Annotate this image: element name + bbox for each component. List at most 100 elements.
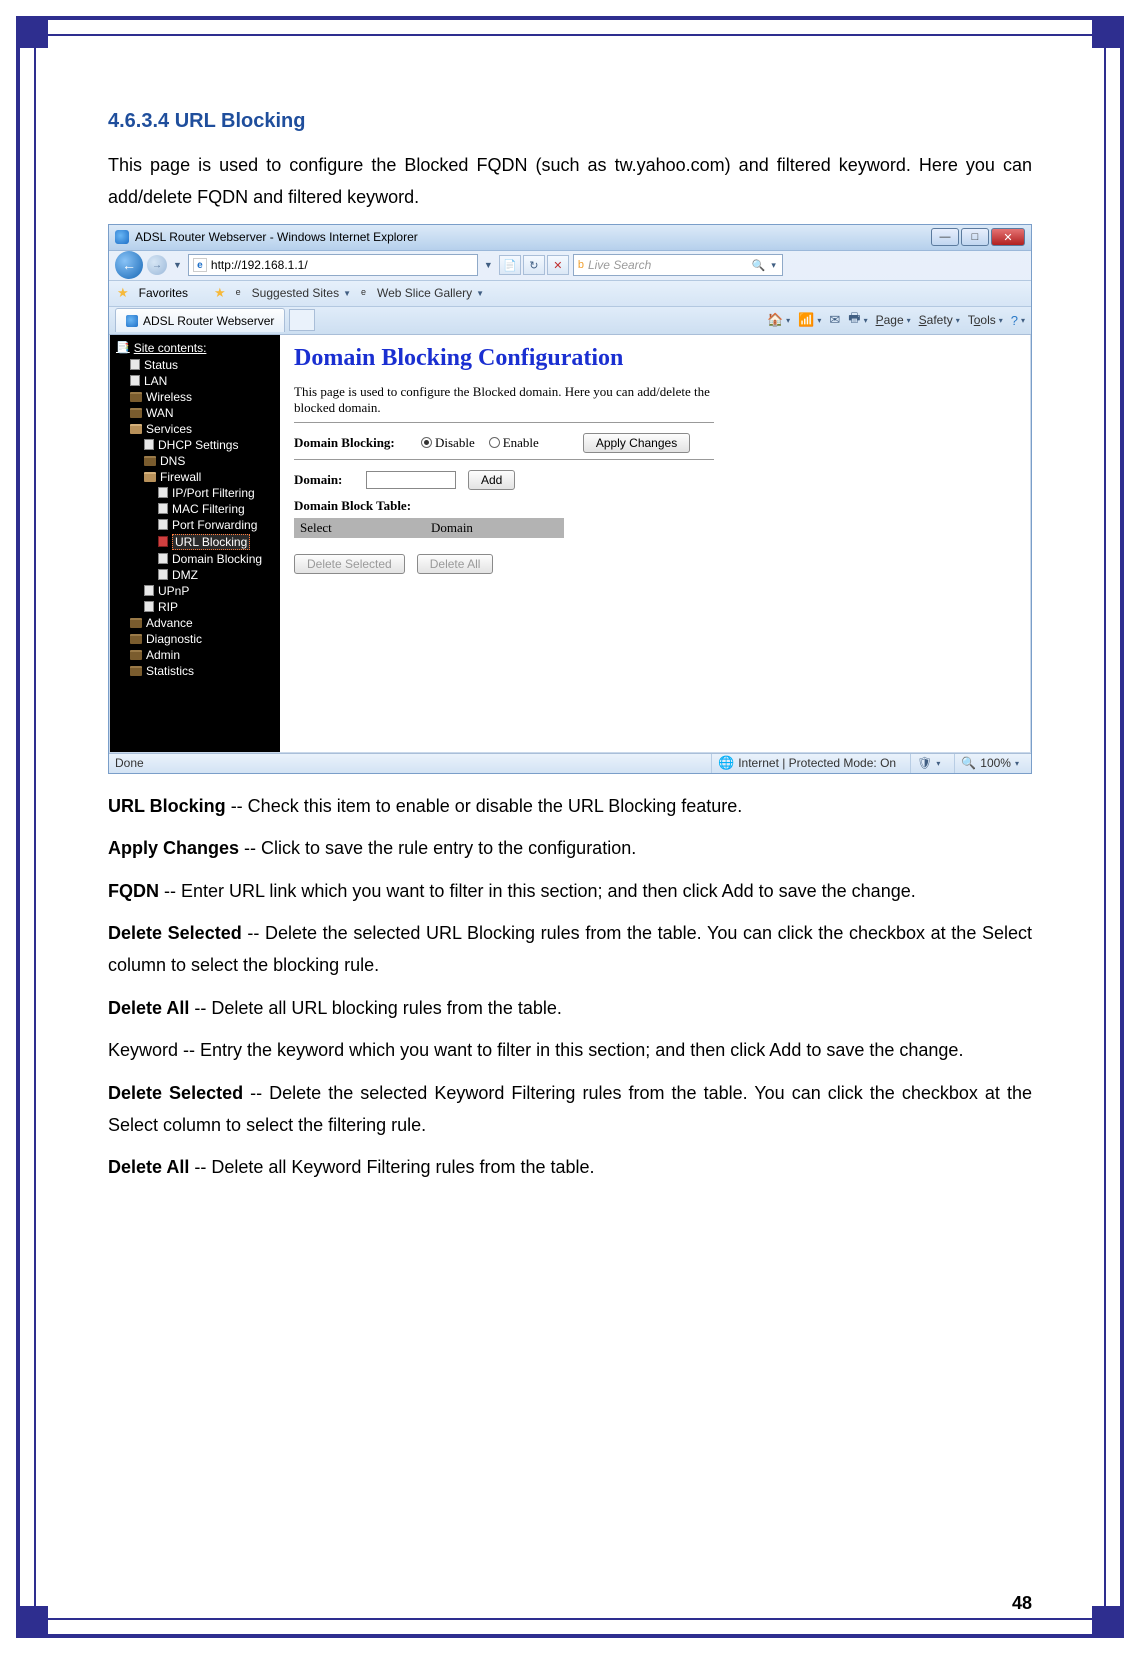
forward-button[interactable]: →: [147, 255, 167, 275]
folder-icon: [130, 392, 142, 402]
sidebar-item-dhcp[interactable]: DHCP Settings: [110, 437, 280, 453]
sidebar-item-dmz[interactable]: DMZ: [110, 567, 280, 583]
help-button[interactable]: ?▾: [1011, 313, 1025, 328]
page-number: 48: [1012, 1593, 1032, 1614]
sidebar-item-wan[interactable]: WAN: [110, 405, 280, 421]
web-slice-link[interactable]: e Web Slice Gallery ▼: [361, 286, 484, 300]
desc-delsel2-label: Delete Selected: [108, 1083, 243, 1103]
sidebar-item-advance[interactable]: Advance: [110, 615, 280, 631]
radio-disable[interactable]: Disable: [421, 435, 475, 451]
radio-icon: [489, 437, 500, 448]
sidebar-item-ipport[interactable]: IP/Port Filtering: [110, 485, 280, 501]
sidebar-item-urlblock[interactable]: URL Blocking: [110, 533, 280, 551]
sidebar-item-dns[interactable]: DNS: [110, 453, 280, 469]
page-icon: [144, 585, 154, 596]
section-intro: This page is used to configure the Block…: [108, 149, 1032, 214]
desc-apply-text: -- Click to save the rule entry to the c…: [239, 838, 636, 858]
page-icon: [158, 536, 168, 547]
refresh-button[interactable]: ↻: [523, 255, 545, 275]
zoom-icon: 🔍: [961, 756, 976, 770]
zoom-control[interactable]: 🔍 100% ▾: [954, 754, 1025, 773]
desc-delall2-text: -- Delete all Keyword Filtering rules fr…: [189, 1157, 594, 1177]
section-heading: 4.6.3.4 URL Blocking: [108, 110, 1032, 133]
radio-enable[interactable]: Enable: [489, 435, 539, 451]
desc-url-blocking-text: -- Check this item to enable or disable …: [226, 796, 743, 816]
ie-icon: [126, 315, 138, 327]
feeds-button[interactable]: 📶▾: [798, 312, 821, 328]
folder-open-icon: [144, 472, 156, 482]
sidebar-item-status[interactable]: Status: [110, 357, 280, 373]
favorites-star-icon[interactable]: ★: [117, 285, 129, 301]
apply-changes-button[interactable]: Apply Changes: [583, 433, 690, 453]
protected-mode-button[interactable]: 🛡▾: [910, 754, 946, 773]
favorites-label[interactable]: Favorites: [139, 286, 188, 300]
globe-icon: 🌐: [718, 755, 734, 771]
home-button[interactable]: 🏠▾: [767, 312, 790, 328]
url-text: http://192.168.1.1/: [211, 258, 308, 272]
url-dropdown[interactable]: ▼: [482, 260, 495, 270]
domain-input[interactable]: [366, 471, 456, 489]
folder-open-icon: [130, 424, 142, 434]
sidebar-title: 📑 Site contents:: [110, 339, 280, 357]
nav-history-dropdown[interactable]: ▼: [171, 260, 184, 270]
sidebar-item-wireless[interactable]: Wireless: [110, 389, 280, 405]
print-button[interactable]: 🖶▾: [848, 309, 867, 331]
screenshot-ie-window: ADSL Router Webserver - Windows Internet…: [108, 224, 1032, 774]
th-select: Select: [294, 518, 340, 538]
search-icon[interactable]: 🔍: [752, 259, 766, 272]
sidebar-item-portfwd[interactable]: Port Forwarding: [110, 517, 280, 533]
search-dropdown[interactable]: ▾: [769, 260, 778, 271]
sidebar-item-admin[interactable]: Admin: [110, 647, 280, 663]
minimize-button[interactable]: —: [931, 228, 959, 246]
domain-block-table: Select Domain: [294, 518, 564, 538]
new-tab-button[interactable]: [289, 309, 315, 331]
page-icon: [130, 359, 140, 370]
search-bar[interactable]: b Live Search 🔍 ▾: [573, 254, 783, 276]
tools-menu[interactable]: Tools▾: [968, 313, 1003, 327]
section-title-text: URL Blocking: [175, 110, 306, 132]
status-done: Done: [115, 756, 144, 770]
compat-button[interactable]: 📄: [499, 255, 521, 275]
sidebar-item-diagnostic[interactable]: Diagnostic: [110, 631, 280, 647]
page-content: 4.6.3.4 URL Blocking This page is used t…: [108, 110, 1032, 1554]
field-descriptions: URL Blocking -- Check this item to enabl…: [108, 790, 1032, 1184]
th-domain: Domain: [340, 518, 564, 538]
section-number: 4.6.3.4: [108, 110, 169, 132]
maximize-button[interactable]: □: [961, 228, 989, 246]
safety-menu[interactable]: Safety▾: [919, 313, 960, 327]
domain-blocking-label: Domain Blocking:: [294, 435, 409, 451]
page-menu[interactable]: Page▾: [876, 313, 911, 327]
stop-button[interactable]: ✕: [547, 255, 569, 275]
config-description: This page is used to configure the Block…: [294, 384, 714, 416]
tab-title: ADSL Router Webserver: [143, 314, 274, 328]
close-button[interactable]: ✕: [991, 228, 1025, 246]
sidebar-item-lan[interactable]: LAN: [110, 373, 280, 389]
back-button[interactable]: ←: [115, 251, 143, 279]
sidebar-item-services[interactable]: Services: [110, 421, 280, 437]
main-config-pane: Domain Blocking Configuration This page …: [280, 335, 1030, 752]
desc-url-blocking-label: URL Blocking: [108, 796, 226, 816]
folder-icon: [130, 650, 142, 660]
sidebar-item-mac[interactable]: MAC Filtering: [110, 501, 280, 517]
window-title: ADSL Router Webserver - Windows Internet…: [135, 230, 418, 244]
sidebar-item-domblock[interactable]: Domain Blocking: [110, 551, 280, 567]
mail-button[interactable]: ✉: [829, 312, 840, 328]
sidebar-item-upnp[interactable]: UPnP: [110, 583, 280, 599]
folder-icon: [130, 408, 142, 418]
browser-tab[interactable]: ADSL Router Webserver: [115, 308, 285, 332]
sidebar-item-firewall[interactable]: Firewall: [110, 469, 280, 485]
address-bar[interactable]: e http://192.168.1.1/: [188, 254, 478, 276]
page-icon: [144, 439, 154, 450]
delete-selected-button[interactable]: Delete Selected: [294, 554, 405, 574]
sidebar-item-statistics[interactable]: Statistics: [110, 663, 280, 679]
page-icon: [158, 519, 168, 530]
suggested-sites-link[interactable]: e Suggested Sites ▼: [236, 286, 351, 300]
sidebar-item-rip[interactable]: RIP: [110, 599, 280, 615]
page-icon: [144, 601, 154, 612]
desc-delsel2-text: -- Delete the selected Keyword Filtering…: [108, 1083, 1032, 1135]
page-icon: [158, 569, 168, 580]
delete-all-button[interactable]: Delete All: [417, 554, 494, 574]
add-button[interactable]: Add: [468, 470, 515, 490]
folder-icon: [130, 618, 142, 628]
domain-label: Domain:: [294, 472, 354, 488]
